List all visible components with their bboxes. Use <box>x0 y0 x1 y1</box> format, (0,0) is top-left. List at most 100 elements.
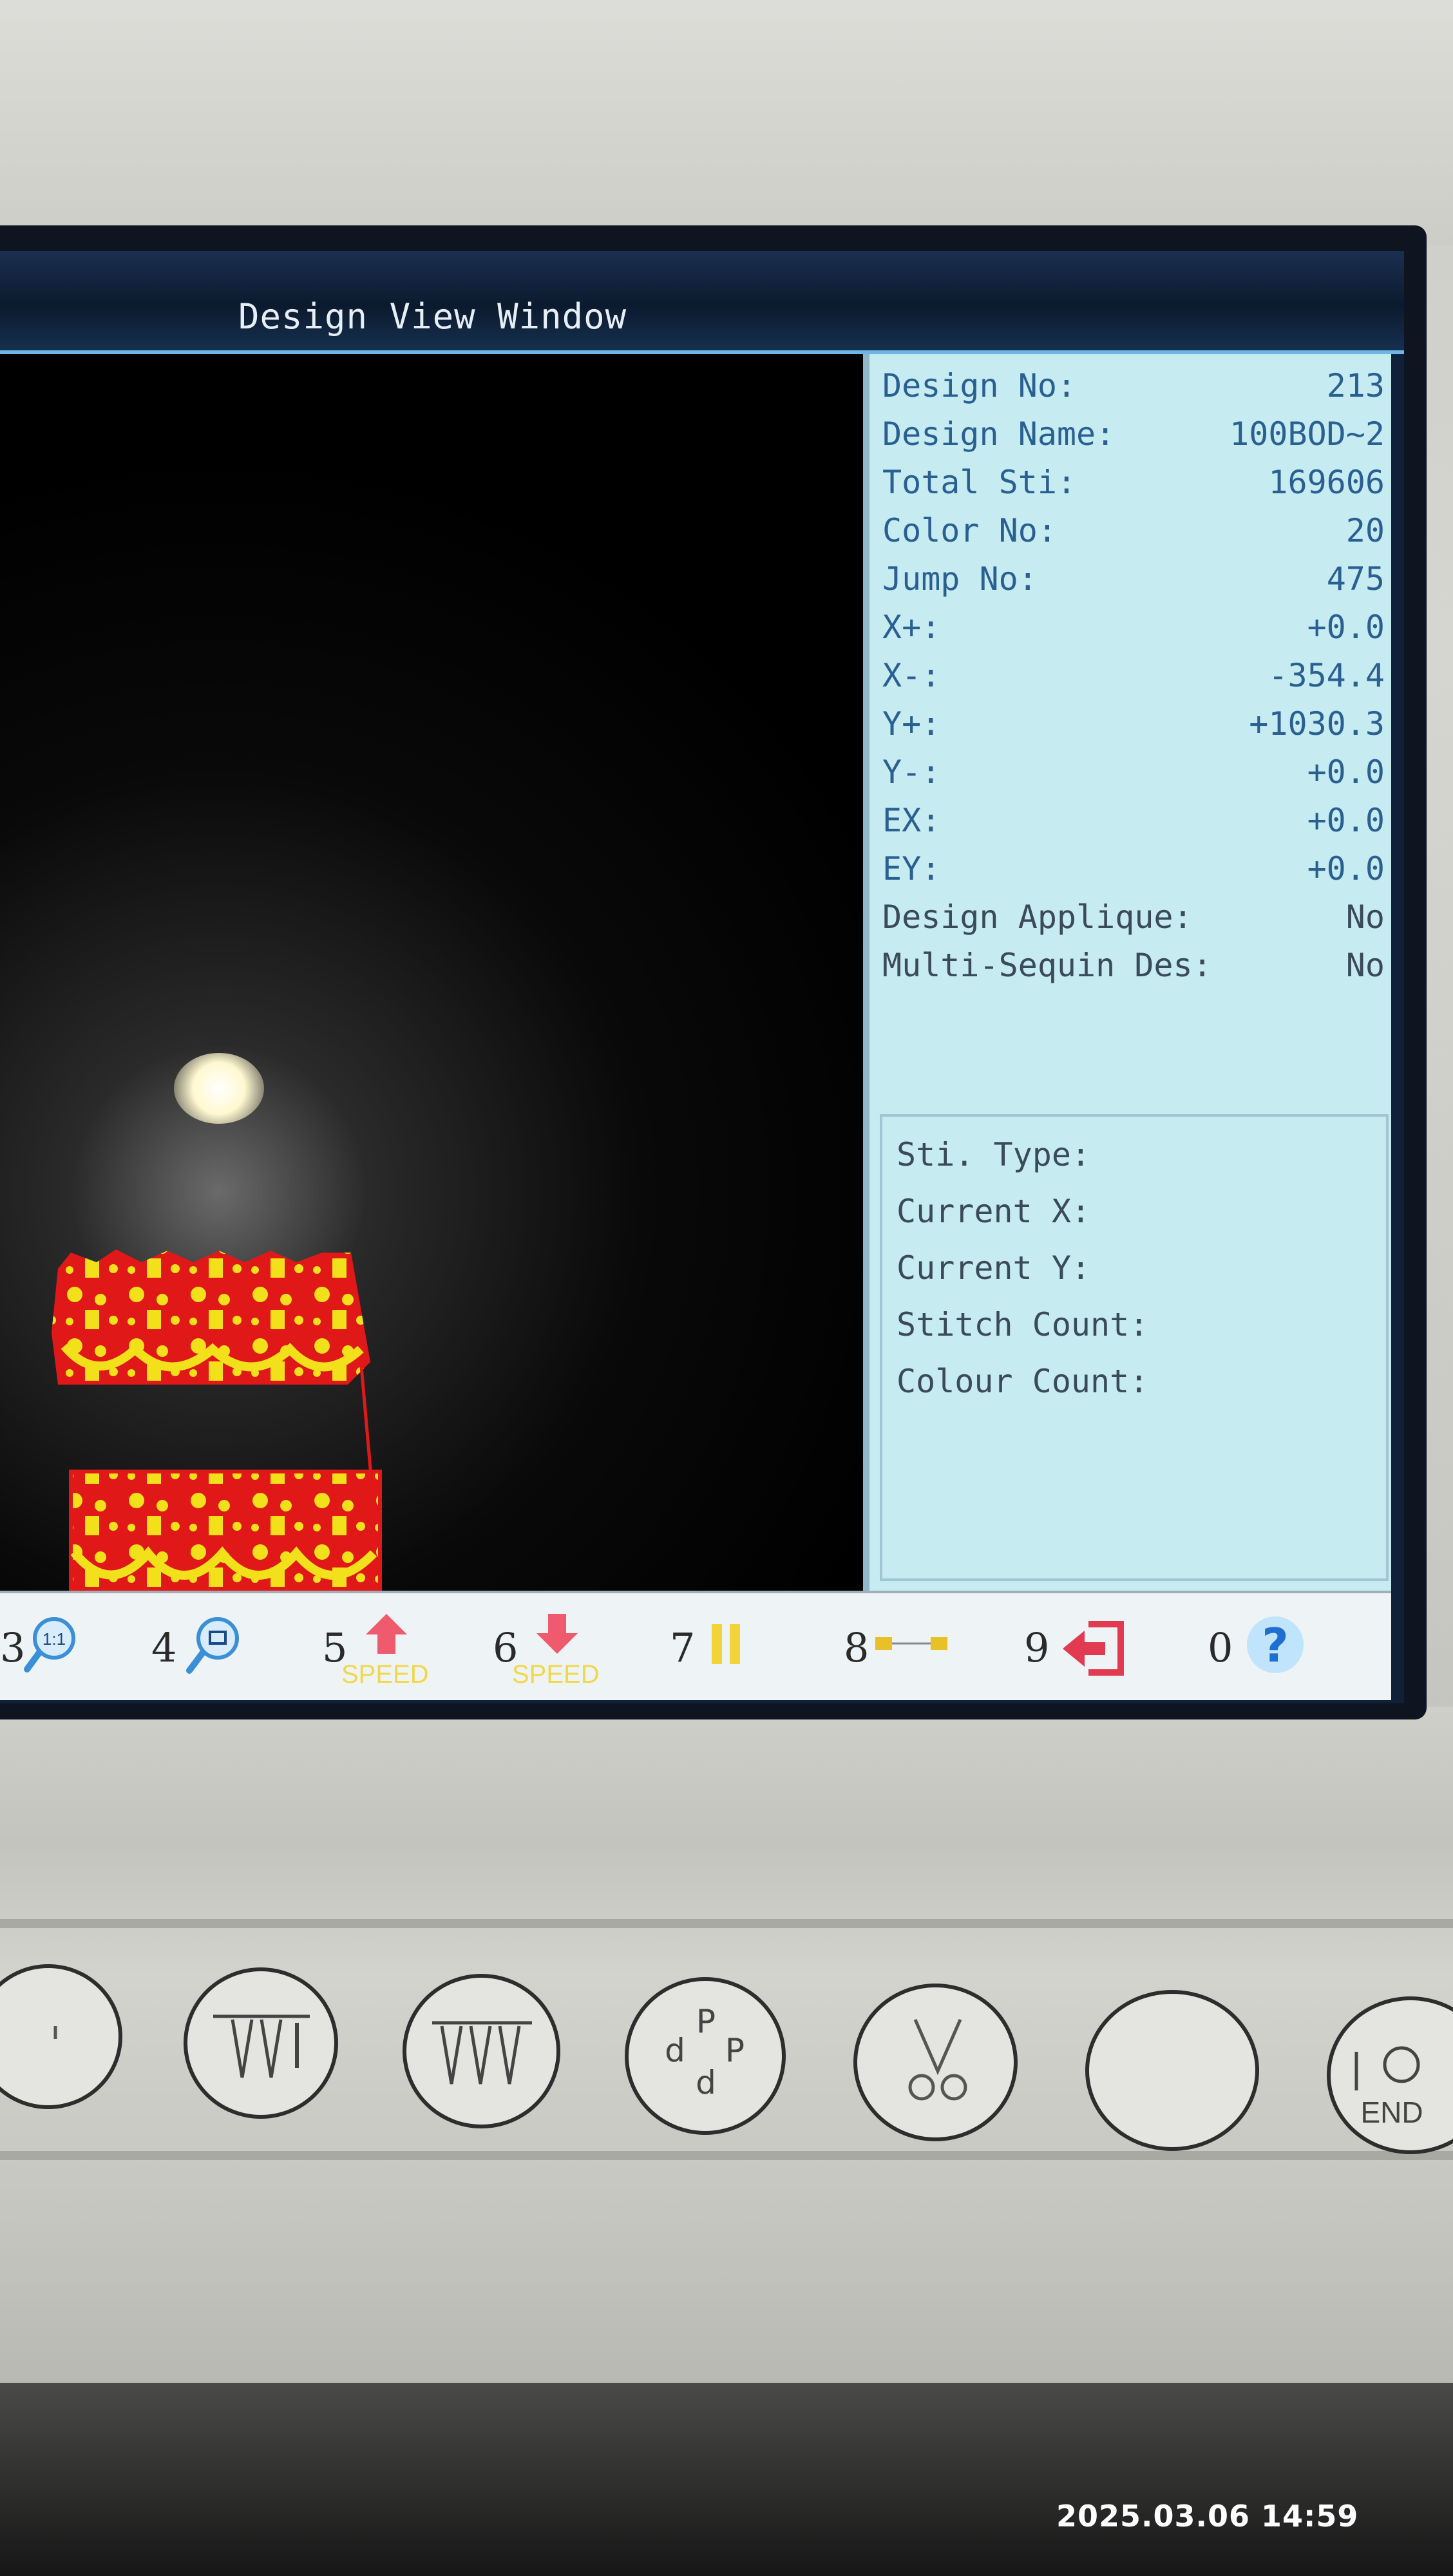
info-label: Design Applique: <box>882 898 1193 936</box>
toolbar-return[interactable]: 9 <box>1024 1611 1153 1682</box>
trim-scissors-icon <box>908 2018 967 2101</box>
info-label: Color No: <box>882 512 1057 549</box>
zoom-ratio-text: 1:1 <box>43 1629 66 1649</box>
toolbar-speed-down[interactable]: 6 SPEED <box>493 1611 622 1689</box>
toolbar-pause[interactable]: 7 <box>670 1611 766 1682</box>
info-row-x-minus: X-: -354.4 <box>882 657 1385 702</box>
info-label: Total Sti: <box>882 464 1077 501</box>
info-label: Jump No: <box>882 560 1038 598</box>
info-value: +0.0 <box>1307 609 1385 646</box>
end-label: END <box>1360 2096 1423 2129</box>
info-label: Design Name: <box>882 415 1116 453</box>
info-value: +0.0 <box>1307 850 1385 887</box>
function-toolbar: 3 1:1 4 5 SPEED 6 SPEED 7 8 9 0 ? <box>0 1591 1391 1700</box>
info-row-applique: Design Applique: No <box>882 898 1385 943</box>
info-label: Y-: <box>882 753 941 791</box>
info-row-color-no: Color No: 20 <box>882 512 1385 557</box>
info-row-ey: EY: +0.0 <box>882 850 1385 895</box>
sti-type-label: Sti. Type: <box>897 1136 1091 1173</box>
design-canvas[interactable] <box>0 354 863 1591</box>
panel-button-blank[interactable] <box>0 1964 122 2109</box>
info-value: -354.4 <box>1268 657 1385 694</box>
svg-text:P: P <box>696 2003 716 2040</box>
info-row-y-minus: Y-: +0.0 <box>882 753 1385 799</box>
toolbar-help[interactable]: 0 ? <box>1208 1611 1336 1682</box>
info-row-design-name: Design Name: 100BOD~2 <box>882 415 1385 460</box>
panel-button-blank[interactable] <box>1085 1990 1259 2151</box>
zoom-fit-icon <box>186 1617 239 1674</box>
needles-multi-icon <box>432 2021 532 2085</box>
info-value: 475 <box>1326 560 1385 598</box>
toolbar-zoom-fit[interactable]: 4 <box>151 1611 248 1682</box>
svg-text:d: d <box>696 2064 716 2101</box>
toolbar-speed-up[interactable]: 5 SPEED <box>322 1611 451 1689</box>
info-value: +0.0 <box>1307 802 1385 839</box>
design-info-panel: Design No: 213 Design Name: 100BOD~2 Tot… <box>863 354 1391 1591</box>
svg-text:P: P <box>725 2032 745 2069</box>
toolbar-zoom-1to1[interactable]: 3 1:1 <box>0 1611 84 1682</box>
speed-up-icon <box>366 1614 407 1654</box>
panel-button-end[interactable]: END <box>1327 1996 1453 2154</box>
end-flower-icon: END <box>1354 2046 1423 2129</box>
svg-text:?: ? <box>1262 1618 1289 1672</box>
machine-bezel-top <box>0 0 1453 245</box>
return-icon <box>1063 1621 1124 1676</box>
stitch-status-box: Sti. Type: Current X: Current Y: Stitch … <box>880 1114 1389 1581</box>
pause-icon <box>712 1624 740 1664</box>
info-row-multi-sequin: Multi-Sequin Des: No <box>882 947 1385 992</box>
current-x-label: Current X: <box>897 1193 1091 1230</box>
needle-single-icon <box>213 2014 310 2078</box>
info-value: No <box>1345 947 1385 984</box>
info-label: X-: <box>882 657 941 694</box>
info-label: EX: <box>882 802 941 839</box>
panel-button-needles-multi[interactable] <box>403 1974 560 2128</box>
zoom-1to1-icon: 1:1 <box>24 1617 75 1672</box>
info-label: Design No: <box>882 367 1077 404</box>
current-y-label: Current Y: <box>897 1249 1091 1287</box>
info-row-design-no: Design No: 213 <box>882 367 1385 412</box>
blank-icon <box>53 2026 57 2039</box>
key-number: 7 <box>670 1624 696 1671</box>
info-row-ex: EX: +0.0 <box>882 802 1385 847</box>
stitch-count-label: Stitch Count: <box>897 1306 1149 1343</box>
panel-button-needle-single[interactable] <box>184 1967 338 2119</box>
screen: Design View Window Design No: 213 Design… <box>0 251 1404 1703</box>
speed-label: SPEED <box>512 1660 600 1689</box>
key-number: 4 <box>151 1624 177 1671</box>
panel-button-trim[interactable] <box>853 1984 1018 2141</box>
key-number: 0 <box>1208 1624 1233 1671</box>
info-value: 20 <box>1345 512 1385 549</box>
panel-ledge <box>0 1919 1453 1928</box>
panel-ledge <box>0 2151 1453 2160</box>
photo-timestamp: 2025.03.06 14:59 <box>1056 2499 1359 2533</box>
speed-label: SPEED <box>341 1660 429 1689</box>
design-preview <box>52 1249 382 1591</box>
blank-icon <box>1089 1994 1257 2148</box>
info-row-total-sti: Total Sti: 169606 <box>882 464 1385 509</box>
key-number: 9 <box>1024 1624 1050 1671</box>
info-value: +1030.3 <box>1249 705 1385 743</box>
info-value: No <box>1345 898 1385 936</box>
help-icon: ? <box>1247 1616 1304 1673</box>
stitch-step-icon <box>875 1637 947 1650</box>
design-border-bottom <box>69 1470 382 1591</box>
info-value: 213 <box>1326 367 1385 404</box>
info-label: EY: <box>882 850 941 887</box>
info-value: 100BOD~2 <box>1230 415 1385 453</box>
info-row-jump-no: Jump No: 475 <box>882 560 1385 605</box>
info-row-x-plus: X+: +0.0 <box>882 609 1385 654</box>
info-value: +0.0 <box>1307 753 1385 791</box>
background-floor <box>0 2383 1453 2576</box>
info-label: Y+: <box>882 705 941 743</box>
toolbar-stitch-step[interactable]: 8 <box>844 1611 973 1682</box>
info-value: 169606 <box>1268 464 1385 501</box>
key-number: 8 <box>844 1624 869 1671</box>
colour-count-label: Colour Count: <box>897 1363 1149 1400</box>
window-title: Design View Window <box>238 296 627 337</box>
screen-glare <box>174 1053 264 1124</box>
panel-button-rotate[interactable]: P P d d <box>625 1977 786 2135</box>
info-label: Multi-Sequin Des: <box>882 947 1212 984</box>
speed-down-icon <box>537 1614 578 1654</box>
window-titlebar: Design View Window <box>0 251 1404 354</box>
rotate-p-icon: P P d d <box>665 2003 745 2101</box>
